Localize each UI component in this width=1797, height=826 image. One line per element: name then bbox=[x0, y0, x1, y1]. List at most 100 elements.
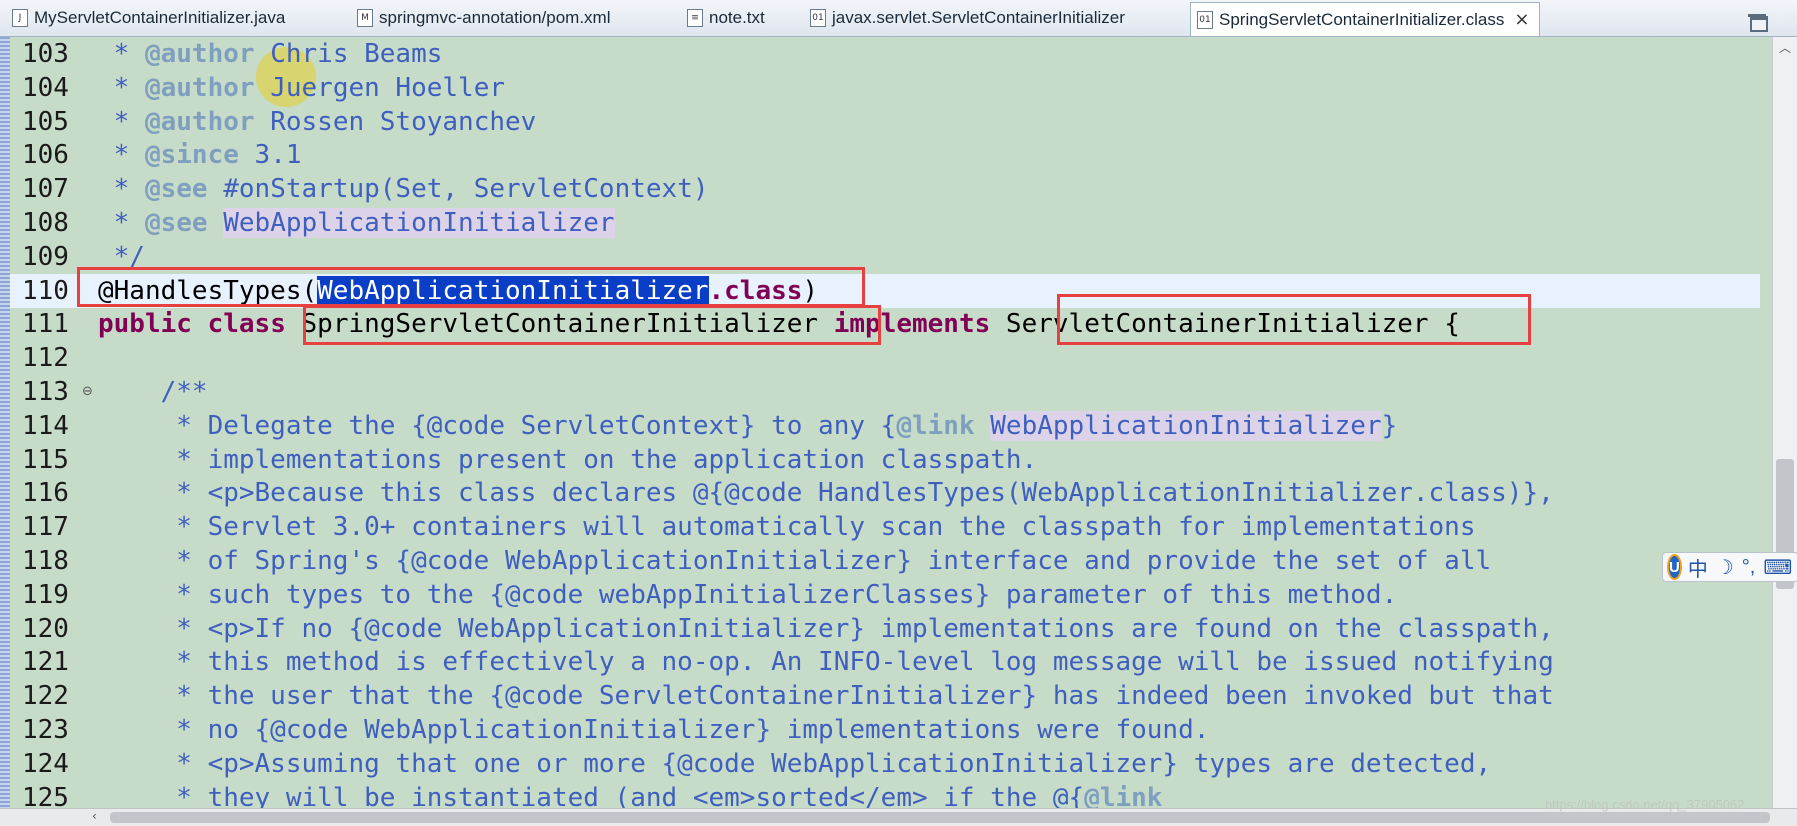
tab-3[interactable]: ≡ note.txt bbox=[687, 2, 765, 34]
class-file-icon: 01 bbox=[810, 9, 826, 27]
code-token: Chris Beams bbox=[254, 39, 443, 69]
code-line[interactable]: 108 * @see WebApplicationInitializer bbox=[10, 206, 1760, 240]
code-line[interactable]: 107 * @see #onStartup(Set, ServletContex… bbox=[10, 172, 1760, 206]
code-editor[interactable]: 103 * @author Chris Beams 104 * @author J… bbox=[0, 37, 1797, 808]
code-token: * bbox=[98, 208, 145, 238]
maximize-editor-icon[interactable] bbox=[1750, 16, 1768, 32]
code-token: * Delegate the {@code ServletContext} to… bbox=[98, 410, 897, 441]
code-text: * @see WebApplicationInitializer bbox=[98, 206, 615, 240]
horizontal-scrollbar[interactable]: ‹ bbox=[0, 808, 1797, 826]
code-token: @author bbox=[144, 39, 255, 69]
code-text: * no {@code WebApplicationInitializer} i… bbox=[98, 713, 1209, 747]
code-line[interactable]: 114 * Delegate the {@code ServletContext… bbox=[10, 409, 1760, 443]
code-text: * this method is effectively a no-op. An… bbox=[98, 645, 1554, 679]
line-number: 111 bbox=[22, 309, 69, 340]
line-number: 117 bbox=[22, 512, 69, 543]
code-line[interactable]: 118 * of Spring's {@code WebApplicationI… bbox=[10, 544, 1760, 578]
code-text: * @since 3.1 bbox=[98, 138, 302, 172]
scroll-left-icon[interactable]: ‹ bbox=[92, 809, 97, 823]
code-line[interactable]: 105 * @author Rossen Stoyanchev bbox=[10, 105, 1760, 139]
code-line[interactable]: 106 * @since 3.1 bbox=[10, 138, 1760, 172]
code-text: * @author Juergen Hoeller bbox=[98, 71, 505, 105]
line-number: 103 bbox=[22, 39, 69, 69]
ime-punctuation[interactable]: °, bbox=[1742, 556, 1756, 579]
code-line[interactable]: 119 * such types to the {@code webAppIni… bbox=[10, 578, 1760, 612]
line-number: 112 bbox=[22, 343, 69, 374]
line-number: 120 bbox=[22, 613, 69, 644]
tab-4[interactable]: 01 javax.servlet.ServletContainerInitiali… bbox=[810, 2, 1125, 34]
code-text: * @author Chris Beams bbox=[98, 37, 443, 71]
tab-1[interactable]: J MyServletContainerInitializer.java bbox=[12, 2, 285, 34]
line-number: 121 bbox=[22, 647, 69, 678]
code-token: * Servlet 3.0+ containers will automatic… bbox=[98, 512, 1476, 543]
ime-keyboard-icon[interactable]: ⌨ bbox=[1763, 555, 1792, 580]
ime-moon-icon[interactable]: ☽ bbox=[1716, 555, 1734, 580]
java-file-icon: J bbox=[12, 9, 28, 27]
line-number: 115 bbox=[22, 444, 69, 475]
close-tab-icon[interactable]: × bbox=[1514, 9, 1529, 30]
code-token: * they will be instantiated (and <em>sor… bbox=[98, 782, 1085, 808]
code-token: WebApplicationInitializer bbox=[223, 208, 615, 238]
line-number: 113 bbox=[22, 377, 69, 407]
vertical-scrollbar[interactable]: ︿ bbox=[1772, 37, 1797, 808]
code-text: * the user that the {@code ServletContai… bbox=[98, 679, 1554, 713]
tab-label: springmvc-annotation/pom.xml bbox=[379, 8, 611, 27]
fold-toggle-icon[interactable]: ⊖ bbox=[82, 375, 93, 409]
highlight-box-handlestypes bbox=[77, 267, 865, 307]
code-line[interactable]: 124 * <p>Assuming that one or more {@cod… bbox=[10, 747, 1760, 781]
code-token: * <p>If no {@code WebApplicationInitiali… bbox=[98, 613, 1554, 644]
code-token: 3.1 bbox=[238, 140, 302, 171]
tab-2[interactable]: Mspringmvc-annotation/pom.xml bbox=[357, 2, 610, 34]
code-text: * implementations present on the applica… bbox=[98, 443, 1037, 477]
ime-toolbar[interactable]: U 中 ☽ °, ⌨ bbox=[1662, 552, 1797, 582]
code-line[interactable]: 113 ⊖ /** bbox=[10, 375, 1760, 409]
code-line[interactable]: 125 * they will be instantiated (and <em… bbox=[10, 781, 1760, 808]
code-line[interactable]: 112 bbox=[10, 341, 1760, 375]
line-number: 107 bbox=[22, 174, 69, 205]
scroll-up-icon[interactable]: ︿ bbox=[1779, 39, 1791, 56]
code-line[interactable]: 121 * this method is effectively a no-op… bbox=[10, 645, 1760, 679]
code-text: * they will be instantiated (and <em>sor… bbox=[98, 781, 1162, 808]
class-file-icon: 01 bbox=[1197, 10, 1213, 29]
code-line[interactable]: 103 * @author Chris Beams bbox=[10, 37, 1760, 71]
code-text: * <p>If no {@code WebApplicationInitiali… bbox=[98, 612, 1554, 646]
code-text: * Servlet 3.0+ containers will automatic… bbox=[98, 510, 1476, 544]
code-line[interactable]: 116 * <p>Because this class declares @{@… bbox=[10, 476, 1760, 510]
code-token: * no {@code WebApplicationInitializer} i… bbox=[98, 715, 1210, 745]
highlight-box-class-name bbox=[303, 305, 881, 345]
code-text: /** bbox=[98, 375, 208, 409]
line-number: 108 bbox=[22, 208, 69, 238]
code-line[interactable]: 123 * no {@code WebApplicationInitialize… bbox=[10, 713, 1760, 747]
code-token: class bbox=[207, 309, 286, 340]
line-number: 105 bbox=[22, 106, 69, 137]
code-line[interactable]: 120 * <p>If no {@code WebApplicationInit… bbox=[10, 612, 1760, 646]
code-token: * of Spring's {@code WebApplicationIniti… bbox=[98, 546, 1492, 576]
code-token: Juergen Hoeller bbox=[254, 72, 505, 103]
code-line[interactable]: 115 * implementations present on the app… bbox=[10, 443, 1760, 477]
highlight-box-interface-name bbox=[1057, 294, 1531, 345]
code-text: * @see #onStartup(Set, ServletContext) bbox=[98, 172, 709, 206]
code-line[interactable]: 104 * @author Juergen Hoeller bbox=[10, 71, 1760, 105]
ime-language[interactable]: 中 bbox=[1688, 553, 1708, 582]
code-line[interactable]: 122 * the user that the {@code ServletCo… bbox=[10, 679, 1760, 713]
horizontal-scroll-thumb[interactable] bbox=[110, 812, 1770, 823]
line-number: 118 bbox=[22, 546, 69, 576]
code-token: * bbox=[98, 72, 145, 103]
code-token: @link bbox=[1084, 782, 1163, 808]
code-token: Rossen Stoyanchev bbox=[254, 106, 537, 137]
annotation-ruler bbox=[0, 37, 10, 808]
tab-label: javax.servlet.ServletContainerInitialize… bbox=[832, 8, 1125, 27]
code-token: * bbox=[98, 140, 145, 171]
tab-5[interactable]: 01 SpringServletContainerInitializer.clas… bbox=[1190, 2, 1541, 36]
code-line[interactable]: 117 * Servlet 3.0+ containers will autom… bbox=[10, 510, 1760, 544]
code-token: @see bbox=[144, 208, 208, 238]
line-number: 125 bbox=[22, 782, 69, 808]
code-text: * <p>Because this class declares @{@code… bbox=[98, 476, 1554, 510]
code-text: * of Spring's {@code WebApplicationIniti… bbox=[98, 544, 1491, 578]
code-token: * implementations present on the applica… bbox=[98, 444, 1038, 475]
code-token: } bbox=[1381, 410, 1398, 441]
editor-tab-bar: J MyServletContainerInitializer.java Mspri… bbox=[0, 0, 1797, 37]
